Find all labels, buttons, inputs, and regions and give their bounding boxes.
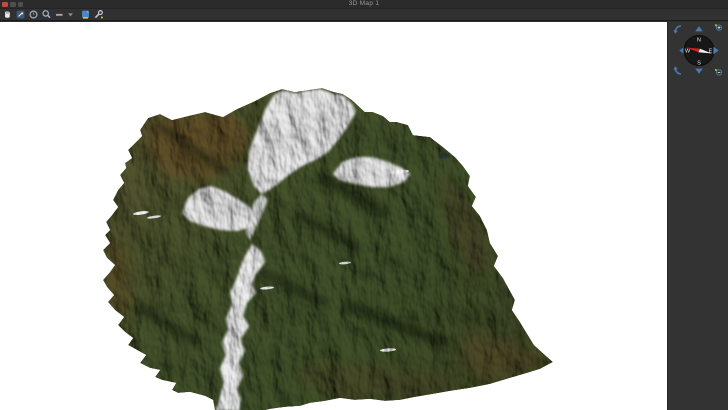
camera-navigation-widget: N S W E — [671, 23, 727, 77]
map-3d-toolbar — [0, 9, 728, 21]
zoom-in-button[interactable] — [715, 24, 722, 30]
pan-right-button[interactable] — [713, 47, 718, 54]
circle-icon — [28, 9, 39, 20]
rotate-cw-icon — [676, 69, 682, 74]
window-title: 3D Map 1 — [0, 0, 728, 8]
arrow-right-icon — [713, 47, 718, 54]
compass-north-label: N — [697, 38, 701, 44]
tilt-up-button[interactable] — [695, 26, 703, 31]
wrench-icon — [93, 9, 104, 20]
magnifier-glint — [715, 24, 717, 26]
measure-icon — [54, 9, 65, 20]
arrow-down-icon — [695, 69, 703, 74]
camera-control-button[interactable] — [2, 9, 14, 20]
terrain-3d-scene — [0, 22, 667, 410]
zoom-out-button[interactable] — [715, 69, 722, 75]
arrow-up-icon — [695, 26, 703, 31]
identify-button[interactable] — [41, 9, 53, 20]
rotate-cw-arrowhead — [674, 66, 678, 70]
magnifier-icon — [41, 9, 52, 20]
zoom-full-button[interactable] — [15, 9, 27, 20]
pan-hand-icon — [2, 9, 13, 20]
tilt-down-button[interactable] — [695, 69, 703, 74]
animations-menu-button[interactable] — [67, 9, 74, 20]
dark-lake-speck — [439, 154, 449, 159]
compass-east-label: E — [709, 49, 713, 55]
map-3d-viewport[interactable] — [0, 22, 667, 410]
rotate-ccw-icon — [676, 26, 682, 31]
configure-button[interactable] — [92, 9, 104, 20]
navigation-panel: N S W E — [667, 22, 728, 410]
save-as-image-button[interactable] — [79, 9, 91, 20]
compass-south-label: S — [697, 61, 701, 67]
compass[interactable]: N S W E — [684, 36, 714, 67]
rotate-cw-button[interactable] — [674, 66, 682, 74]
magnifier-glint-2 — [715, 69, 717, 71]
on-screen-notification-button[interactable] — [28, 9, 40, 20]
terrain-mesh — [103, 88, 553, 410]
rotate-ccw-button[interactable] — [674, 26, 682, 34]
save-image-icon — [80, 9, 91, 20]
dropdown-arrow-icon — [67, 10, 74, 19]
measure-line-button[interactable] — [54, 9, 66, 20]
zoom-extent-icon — [15, 9, 26, 20]
title-bar: 3D Map 1 — [0, 0, 728, 9]
rotate-ccw-arrowhead — [674, 30, 678, 34]
